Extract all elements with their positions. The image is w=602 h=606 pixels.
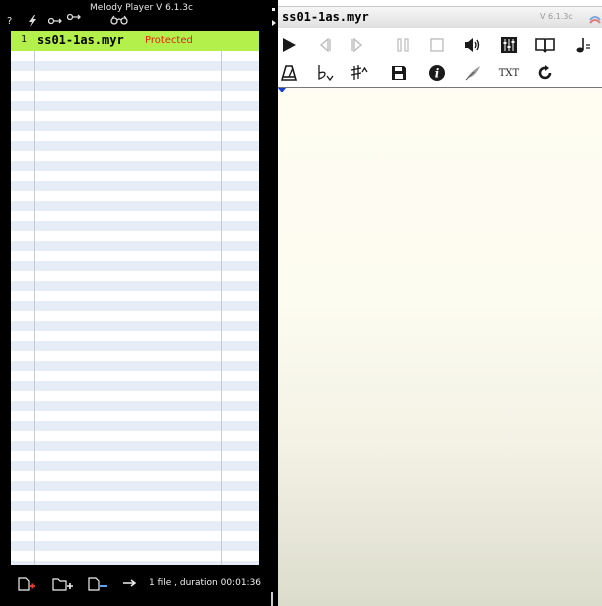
score-area[interactable] <box>278 92 602 606</box>
row-status: Protected <box>145 35 193 46</box>
remove-file-icon[interactable] <box>88 576 107 591</box>
book-icon[interactable] <box>534 34 556 56</box>
table-row[interactable]: 1 ss01-1as.myr Protected <box>11 31 259 51</box>
previous-button[interactable] <box>314 34 336 56</box>
playlist-list[interactable]: 1 ss01-1as.myr Protected <box>11 31 259 565</box>
splitter-grip <box>272 8 275 11</box>
save-icon[interactable] <box>388 62 410 84</box>
glasses-icon[interactable] <box>110 15 128 25</box>
status-text: 1 file , duration 00:01:36 <box>149 578 262 588</box>
info-icon[interactable]: i <box>426 62 448 84</box>
next-button[interactable] <box>346 34 368 56</box>
add-folder-icon[interactable] <box>52 576 73 591</box>
player-version: V 6.1.3c <box>540 12 573 21</box>
panel-splitter[interactable] <box>270 0 278 606</box>
new-file-icon[interactable] <box>18 576 36 591</box>
player-title-bar: ss01-1as.myr V 6.1.3c <box>278 6 602 28</box>
flat-down-icon[interactable] <box>314 62 336 84</box>
column-divider <box>34 31 35 565</box>
app-logo-icon <box>589 11 601 24</box>
column-divider <box>221 31 222 565</box>
feather-icon[interactable] <box>462 62 484 84</box>
playlist-toolbar: Melody Player V 6.1.3c ? <box>0 0 270 31</box>
metronome-icon[interactable] <box>278 62 300 84</box>
mixer-icon[interactable] <box>498 34 520 56</box>
refresh-icon[interactable] <box>534 62 556 84</box>
key-icon[interactable] <box>48 17 62 25</box>
sharp-up-icon[interactable] <box>348 62 370 84</box>
text-button-label: TXT <box>498 67 520 79</box>
collapse-arrow-icon[interactable] <box>272 20 276 26</box>
splitter-handle[interactable] <box>271 592 273 606</box>
text-button[interactable]: TXT <box>498 62 520 84</box>
stop-button[interactable] <box>426 34 448 56</box>
row-number: 1 <box>21 34 28 45</box>
playlist-footer: 1 file , duration 00:01:36 <box>0 568 270 596</box>
playlist-panel: Melody Player V 6.1.3c ? 1 ss01-1as.myr … <box>0 0 270 606</box>
pause-button[interactable] <box>392 34 414 56</box>
svg-text:i: i <box>435 67 440 81</box>
arrow-right-icon[interactable] <box>122 574 140 588</box>
key-alt-icon[interactable] <box>67 13 81 21</box>
player-window: ss01-1as.myr V 6.1.3c i TXT <box>278 0 602 606</box>
help-icon[interactable]: ? <box>7 16 12 28</box>
player-controls: i TXT <box>278 29 602 89</box>
play-button[interactable] <box>278 34 300 56</box>
row-filename: ss01-1as.myr <box>37 33 124 47</box>
note-icon[interactable] <box>572 34 594 56</box>
app-title: Melody Player V 6.1.3c <box>90 3 193 13</box>
lightning-icon[interactable] <box>28 15 37 27</box>
volume-icon[interactable] <box>462 34 484 56</box>
player-filename: ss01-1as.myr <box>282 10 369 24</box>
